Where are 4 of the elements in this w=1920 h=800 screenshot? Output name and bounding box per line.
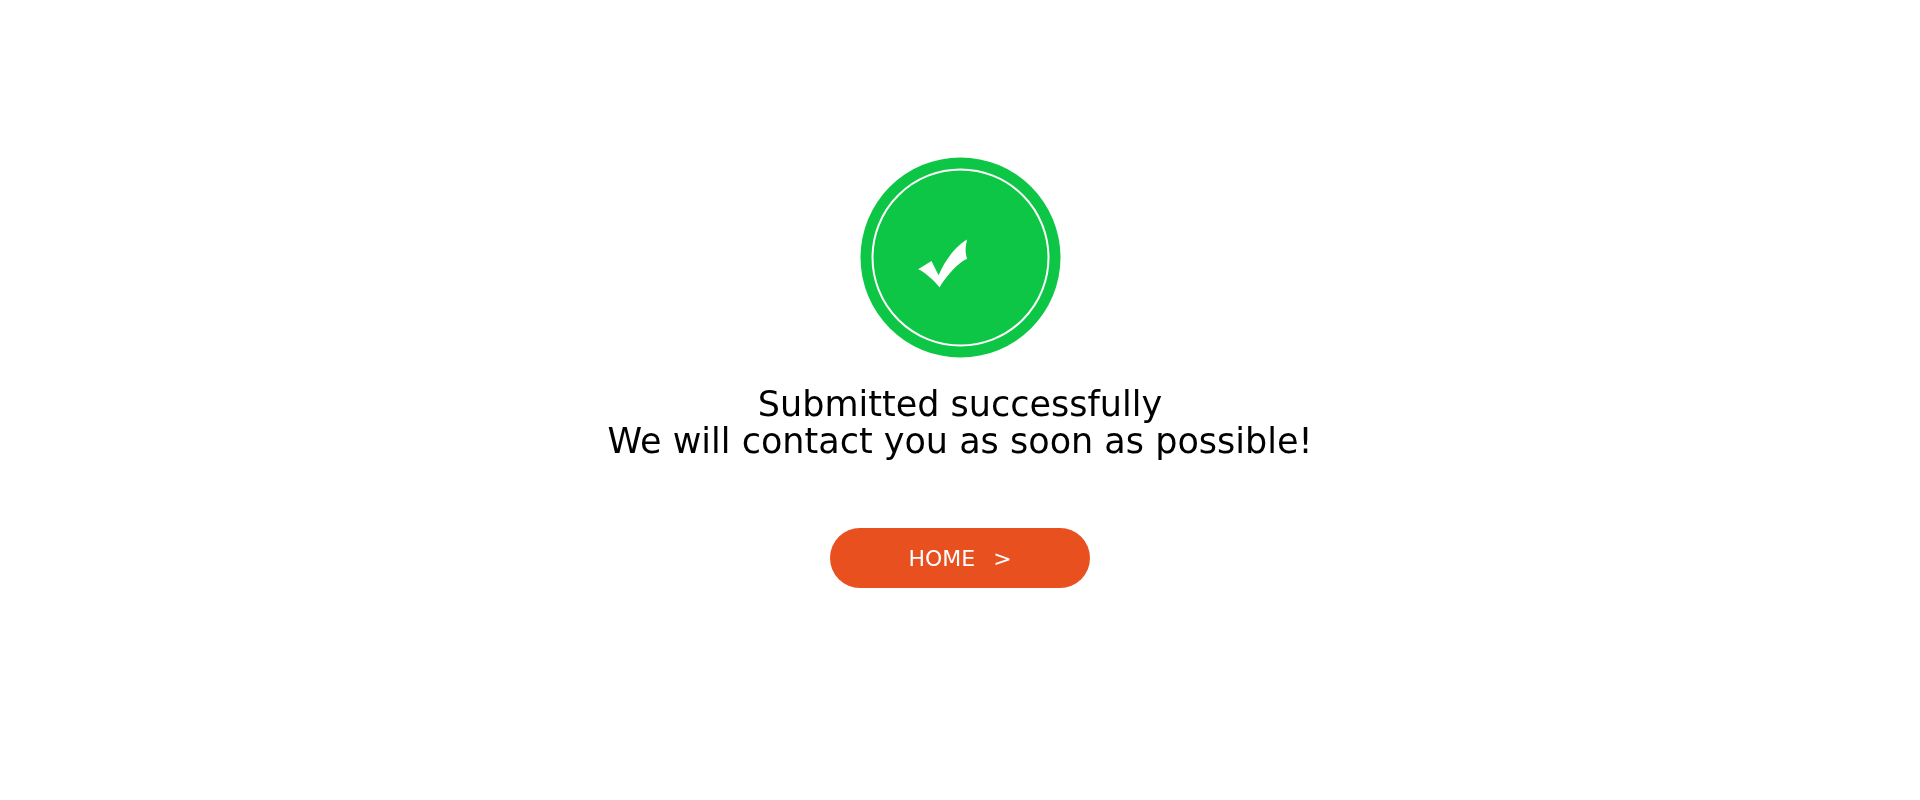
success-check-icon <box>859 157 1061 358</box>
success-message: We will contact you as soon as possible! <box>607 423 1313 460</box>
home-button[interactable]: HOME > <box>830 528 1090 588</box>
success-title: Submitted successfully <box>757 386 1163 423</box>
